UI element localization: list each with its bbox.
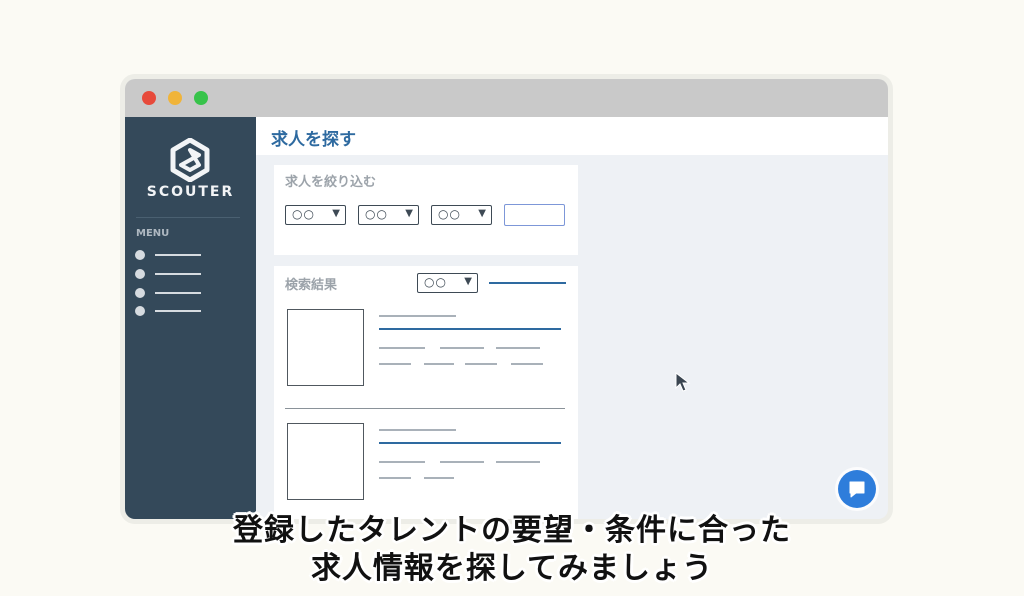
result-thumbnail[interactable] bbox=[287, 423, 364, 500]
result-text-line bbox=[440, 461, 484, 463]
bullet-icon bbox=[135, 250, 145, 260]
menu-item-placeholder bbox=[155, 273, 201, 275]
filter-panel: 求人を絞り込む ○○ ▼ ○○ ▼ ○○ ▼ bbox=[274, 165, 578, 255]
result-divider bbox=[285, 408, 565, 409]
maximize-window-button[interactable] bbox=[194, 91, 208, 105]
result-title-line[interactable] bbox=[379, 328, 561, 330]
sidebar-menu-item[interactable] bbox=[135, 287, 205, 299]
select-value: ○○ bbox=[292, 207, 315, 221]
sidebar-menu-item[interactable] bbox=[135, 305, 205, 317]
window-titlebar bbox=[125, 79, 888, 117]
menu-label: MENU bbox=[136, 228, 170, 239]
scouter-logo-icon bbox=[170, 138, 210, 182]
results-header-line bbox=[489, 282, 566, 284]
result-text-line bbox=[379, 347, 425, 349]
chevron-down-icon: ▼ bbox=[478, 208, 486, 219]
results-panel: 検索結果 ○○ ▼ bbox=[274, 266, 578, 519]
select-value: ○○ bbox=[365, 207, 388, 221]
sort-select[interactable]: ○○ ▼ bbox=[417, 273, 478, 293]
filter-select-2[interactable]: ○○ ▼ bbox=[358, 205, 419, 225]
result-thumbnail[interactable] bbox=[287, 309, 364, 386]
menu-item-placeholder bbox=[155, 254, 201, 256]
select-value: ○○ bbox=[424, 275, 447, 289]
filter-text-input[interactable] bbox=[504, 204, 565, 226]
brand-name: SCOUTER bbox=[146, 184, 235, 200]
result-text-line bbox=[511, 363, 543, 365]
result-text-line bbox=[440, 347, 484, 349]
result-text-line bbox=[379, 429, 456, 431]
page-header: 求人を探す bbox=[256, 117, 888, 155]
result-text-line bbox=[496, 461, 540, 463]
result-text-line bbox=[379, 363, 411, 365]
chevron-down-icon: ▼ bbox=[332, 208, 340, 219]
select-value: ○○ bbox=[438, 207, 461, 221]
mouse-pointer-icon bbox=[675, 372, 691, 392]
filter-select-1[interactable]: ○○ ▼ bbox=[285, 205, 346, 225]
bullet-icon bbox=[135, 269, 145, 279]
result-text-line bbox=[379, 477, 411, 479]
chat-bubble-icon bbox=[849, 481, 865, 498]
sidebar-menu-item[interactable] bbox=[135, 268, 205, 280]
subtitle-line-2: 求人情報を探してみましょう bbox=[310, 551, 714, 586]
chevron-down-icon: ▼ bbox=[464, 276, 472, 287]
filter-select-3[interactable]: ○○ ▼ bbox=[431, 205, 492, 225]
menu-item-placeholder bbox=[155, 292, 201, 294]
result-text-line bbox=[379, 315, 456, 317]
sidebar: SCOUTER MENU bbox=[125, 117, 256, 519]
menu-item-placeholder bbox=[155, 310, 201, 312]
result-text-line bbox=[424, 363, 454, 365]
result-title-line[interactable] bbox=[379, 442, 561, 444]
filter-title: 求人を絞り込む bbox=[285, 175, 377, 190]
result-text-line bbox=[496, 347, 540, 349]
result-text-line bbox=[424, 477, 454, 479]
chat-button[interactable] bbox=[838, 470, 876, 508]
bullet-icon bbox=[135, 306, 145, 316]
sidebar-menu-item[interactable] bbox=[135, 249, 205, 261]
sidebar-divider bbox=[136, 217, 240, 218]
result-text-line bbox=[379, 461, 425, 463]
close-window-button[interactable] bbox=[142, 91, 156, 105]
results-title: 検索結果 bbox=[285, 278, 338, 293]
bullet-icon bbox=[135, 288, 145, 298]
result-text-line bbox=[465, 363, 497, 365]
chevron-down-icon: ▼ bbox=[405, 208, 413, 219]
page-title: 求人を探す bbox=[271, 130, 356, 150]
browser-window: SCOUTER MENU 求人を探す 求人を絞り込む ○○ ▼ ○○ ▼ ○○ ▼ 検… bbox=[125, 79, 888, 519]
minimize-window-button[interactable] bbox=[168, 91, 182, 105]
